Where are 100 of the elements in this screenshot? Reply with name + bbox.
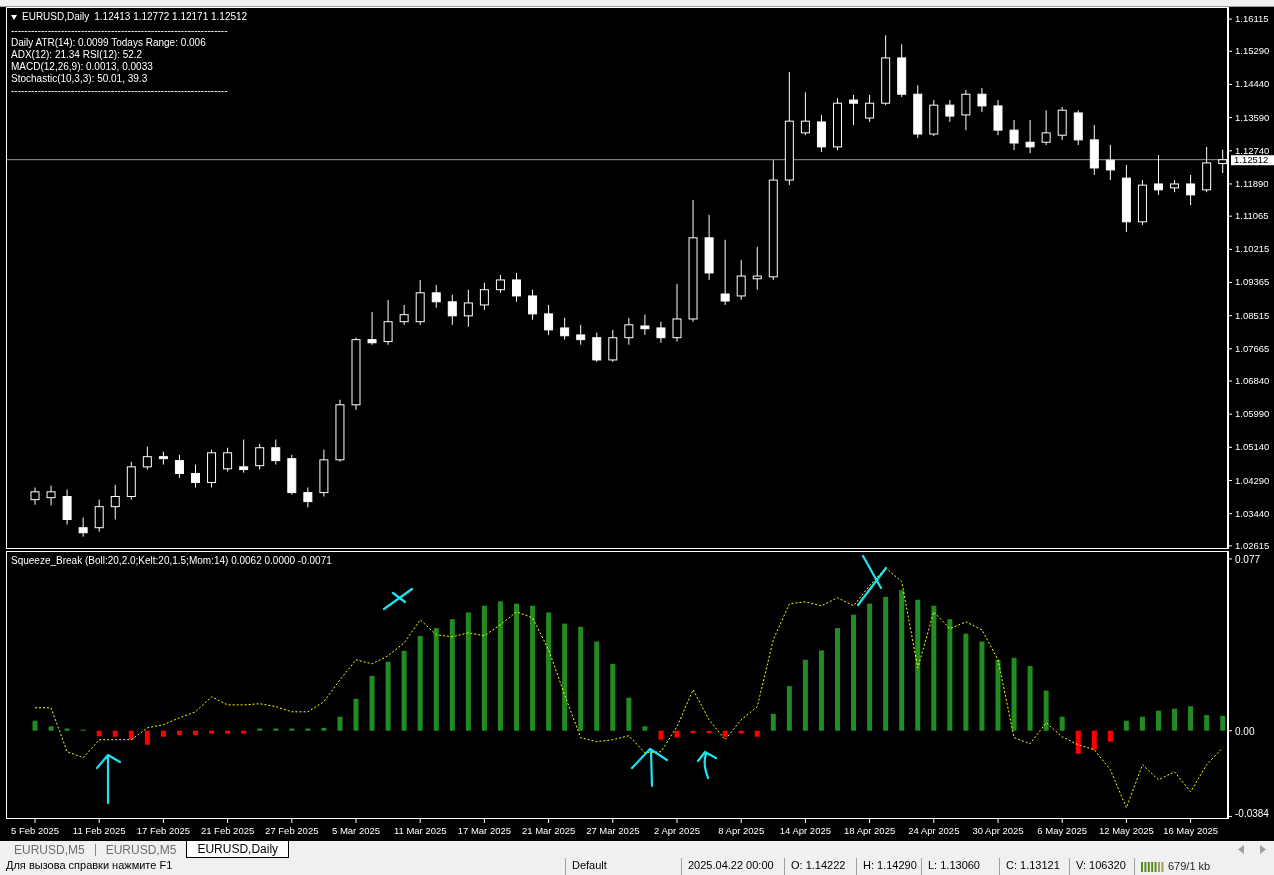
date-label: 5 Feb 2025 (10, 825, 60, 836)
histogram-bar (1123, 720, 1129, 731)
candlestick (881, 34, 891, 106)
candlestick (592, 332, 602, 363)
histogram-bar (337, 716, 343, 731)
info-line: ----------------------------------------------------------------- (11, 25, 229, 37)
status-text: O: 1.14222 (785, 858, 857, 875)
candlestick (672, 283, 682, 343)
date-label: 8 Apr 2025 (718, 825, 765, 836)
histogram-bar (802, 659, 808, 731)
axis-label: 0.00 (1235, 725, 1255, 737)
histogram-bar (144, 730, 150, 745)
histogram-bar (642, 726, 648, 731)
info-line: Daily ATR(14): 0.0099 Todays Range: 0.006 (11, 37, 207, 49)
histogram-bar (1075, 730, 1081, 754)
histogram-bar (722, 730, 728, 737)
up-arrow (696, 750, 718, 780)
date-label: 17 Feb 2025 (136, 825, 191, 836)
candlestick (945, 99, 955, 123)
status-text: Default (566, 858, 682, 875)
status-text: C: 1.13121 (1000, 858, 1070, 875)
histogram-bar (610, 663, 616, 731)
status-text: L: 1.13060 (922, 858, 1000, 875)
candlestick (1186, 174, 1196, 206)
candlestick (929, 99, 939, 137)
histogram-bar (995, 659, 1001, 731)
histogram-bar (128, 730, 134, 740)
axis-label: 1.11065 (1235, 210, 1269, 222)
histogram-bar (626, 697, 632, 731)
histogram-bar (1172, 708, 1178, 731)
histogram-bar (96, 730, 102, 737)
axis-label: 1.16115 (1235, 13, 1269, 25)
histogram-bar (193, 730, 198, 736)
histogram-bar (1139, 716, 1145, 731)
candlestick (897, 43, 907, 98)
date-label: 6 May 2025 (1037, 825, 1088, 836)
candlestick (977, 87, 987, 113)
dropdown-icon[interactable] (11, 14, 17, 20)
histogram-bar (241, 730, 247, 734)
date-label: 18 Apr 2025 (843, 825, 896, 836)
candlestick (913, 84, 923, 139)
candlestick (961, 89, 971, 131)
candlestick (335, 399, 345, 463)
candlestick (704, 214, 714, 281)
histogram-bar (112, 730, 118, 737)
indicator-title: Squeeze_Break (Boll:20,2.0;Kelt:20,1.5;Mom:14) 0.0062 0.0000 -0.0071 (11, 555, 332, 567)
histogram-bar (1059, 716, 1065, 731)
candlestick (383, 299, 393, 346)
candlestick (656, 321, 666, 344)
candlestick (560, 317, 570, 341)
up-arrow (630, 747, 669, 788)
histogram-bar (754, 730, 760, 737)
candlestick (849, 94, 859, 126)
axis-label: 1.03440 (1235, 507, 1270, 519)
date-label: 16 May 2025 (1163, 825, 1219, 836)
candlestick (30, 487, 40, 506)
candlestick (495, 274, 505, 294)
date-label: 11 Feb 2025 (72, 825, 126, 836)
date-label: 17 Mar 2025 (457, 825, 512, 836)
candlestick (752, 246, 762, 291)
candlestick (1170, 179, 1180, 193)
candlestick (1009, 119, 1019, 151)
candlestick (1105, 144, 1115, 181)
histogram-bar (1027, 666, 1033, 731)
status-text: H: 1.14290 (857, 858, 922, 875)
histogram-bar (658, 730, 664, 740)
candlestick (1025, 119, 1035, 154)
candlestick (1202, 146, 1212, 193)
status-text: 2025.04.22 00:00 (682, 858, 785, 875)
scroll-right-icon[interactable] (1260, 845, 1266, 854)
status-text: Для вызова справки нажмите F1 (0, 858, 566, 875)
axis-label: 1.15290 (1235, 45, 1270, 57)
candlestick (415, 279, 425, 326)
axis-label: 1.05990 (1235, 408, 1270, 420)
axis-label: 1.14440 (1235, 78, 1270, 90)
histogram-bar (1107, 730, 1113, 742)
info-line: ----------------------------------------------------------------- (11, 85, 229, 97)
histogram-bar (786, 686, 792, 731)
chart-tab[interactable]: EURUSD,M5 (4, 841, 95, 858)
date-label: 27 Mar 2025 (586, 825, 640, 836)
candlestick (479, 282, 489, 311)
chart-tab[interactable]: EURUSD,Daily (186, 841, 290, 858)
date-label: 21 Mar 2025 (521, 825, 576, 836)
candlestick (191, 464, 200, 488)
scroll-left-icon[interactable] (1238, 845, 1244, 854)
date-label: 30 Apr 2025 (972, 825, 1024, 836)
histogram-bar (674, 730, 680, 738)
candlestick (624, 317, 634, 346)
ohlc-values: 1.12413 1.12772 1.12171 1.12512 (94, 11, 248, 23)
candlestick (142, 446, 152, 471)
histogram-bar (225, 730, 231, 734)
histogram-bar (305, 728, 311, 731)
histogram-bar (385, 661, 391, 731)
axis-label: 0.077 (1235, 553, 1261, 565)
candlestick (303, 487, 313, 508)
candlestick (816, 114, 826, 153)
candlestick (800, 91, 810, 136)
cross-mark (856, 554, 888, 607)
candlestick (319, 449, 329, 497)
chart-tab[interactable]: EURUSD,M5 (95, 841, 187, 858)
